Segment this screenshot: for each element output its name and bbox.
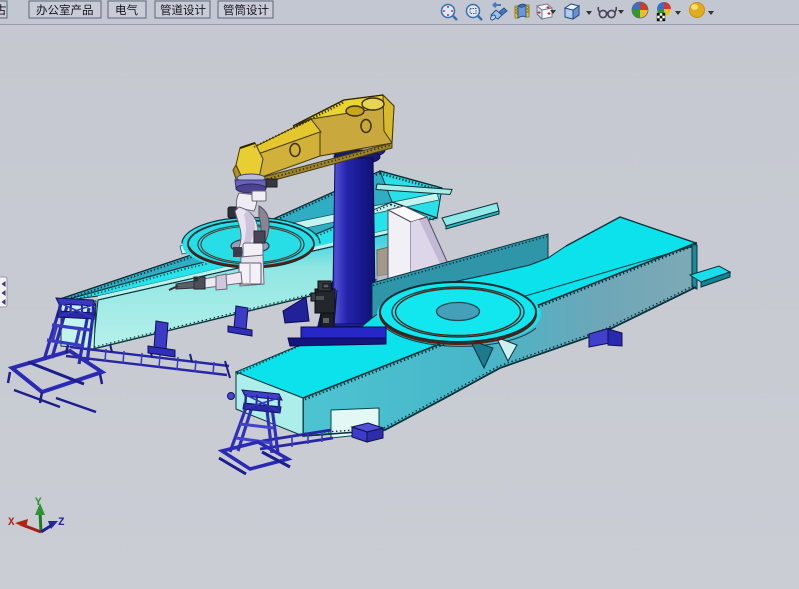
svg-text:古: 古 (0, 3, 7, 17)
svg-text:管筒设计: 管筒设计 (223, 3, 269, 17)
svg-text:Y: Y (35, 497, 42, 509)
svg-text:X: X (8, 517, 15, 529)
svg-text:电气: 电气 (115, 3, 138, 17)
svg-text:办公室产品: 办公室产品 (36, 3, 94, 17)
svg-text:Z: Z (58, 517, 65, 529)
svg-text:管道设计: 管道设计 (160, 3, 206, 17)
